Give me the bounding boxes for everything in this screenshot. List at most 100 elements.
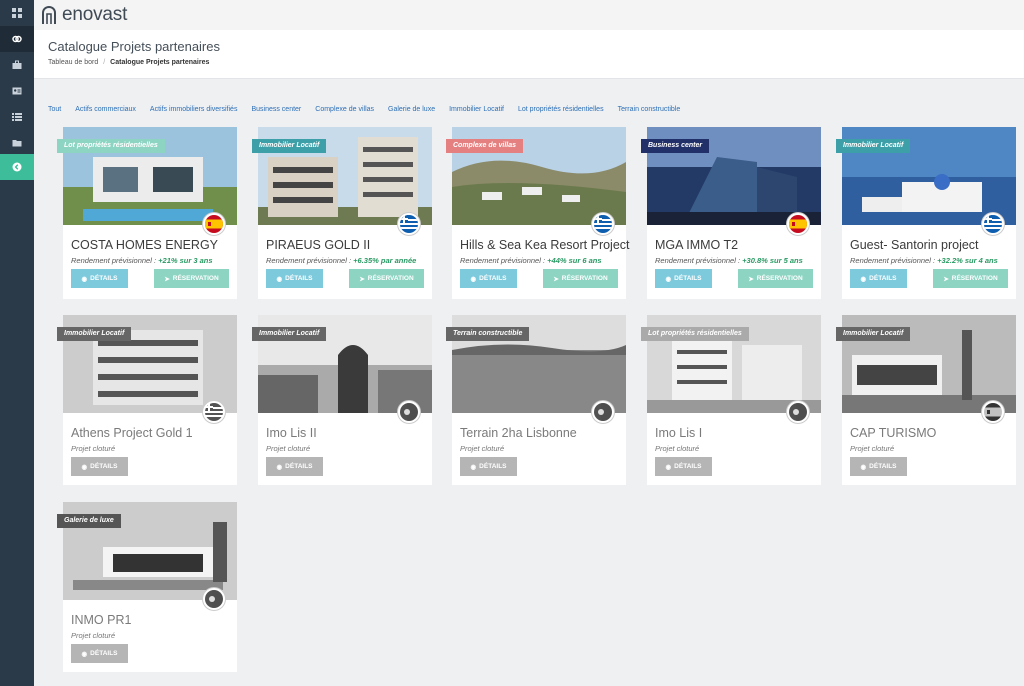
project-card[interactable]: Immobilier Locatif Imo Lis II Projet clo… bbox=[252, 315, 432, 485]
project-card[interactable]: Immobilier Locatif Guest- Santorin proje… bbox=[836, 127, 1016, 299]
details-label: DÉTAILS bbox=[869, 463, 897, 470]
eye-icon: ◉ bbox=[470, 463, 477, 471]
reservation-label: RÉSERVATION bbox=[172, 275, 219, 282]
filter-building-land[interactable]: Terrain constructible bbox=[618, 106, 681, 113]
sidebar-item-list[interactable] bbox=[0, 104, 34, 130]
filter-villa-complex[interactable]: Complexe de villas bbox=[315, 106, 374, 113]
details-button[interactable]: ◉ DÉTAILS bbox=[266, 269, 323, 288]
category-badge-label: Terrain constructible bbox=[453, 330, 523, 337]
details-button[interactable]: ◉ DÉTAILS bbox=[460, 457, 517, 476]
category-badge-label: Immobilier Locatif bbox=[843, 330, 904, 337]
details-button[interactable]: ◉ DÉTAILS bbox=[850, 457, 907, 476]
project-status: Projet cloturé bbox=[655, 444, 700, 453]
yield-value: +21% sur 3 ans bbox=[158, 256, 213, 265]
reservation-button[interactable]: ➤ RÉSERVATION bbox=[933, 269, 1008, 288]
send-icon: ➤ bbox=[553, 275, 559, 283]
sidebar-item-partners[interactable] bbox=[0, 26, 34, 52]
filter-luxury-gallery[interactable]: Galerie de luxe bbox=[388, 106, 435, 113]
category-badge: Galerie de luxe bbox=[57, 514, 121, 528]
filter-residential-lots[interactable]: Lot propriétés résidentielles bbox=[518, 106, 604, 113]
eye-icon: ◉ bbox=[860, 463, 867, 471]
category-filter-bar: Tout Actifs commerciaux Actifs immobilie… bbox=[48, 106, 680, 113]
portugal-flag-icon bbox=[592, 401, 614, 423]
project-card[interactable]: Galerie de luxe INMO PR1 Projet cloturé … bbox=[57, 502, 237, 672]
send-icon: ➤ bbox=[943, 275, 949, 283]
reservation-button[interactable]: ➤ RÉSERVATION bbox=[738, 269, 813, 288]
breadcrumb-current: Catalogue Projets partenaires bbox=[110, 59, 210, 66]
portugal-flag-icon bbox=[787, 401, 809, 423]
project-name[interactable]: CAP TURISMO bbox=[850, 426, 936, 440]
filter-rental-property[interactable]: Immobilier Locatif bbox=[449, 106, 504, 113]
project-name[interactable]: Athens Project Gold 1 bbox=[71, 426, 193, 440]
project-name[interactable]: Imo Lis II bbox=[266, 426, 317, 440]
details-button[interactable]: ◉ DÉTAILS bbox=[850, 269, 907, 288]
filter-diversified-assets[interactable]: Actifs immobiliers diversifiés bbox=[150, 106, 238, 113]
eye-icon: ◉ bbox=[81, 275, 88, 283]
details-button[interactable]: ◉ DÉTAILS bbox=[71, 269, 128, 288]
details-button[interactable]: ◉ DÉTAILS bbox=[460, 269, 517, 288]
project-card[interactable]: Immobilier Locatif CAP TURISMO Projet cl… bbox=[836, 315, 1016, 485]
spain-flag-icon bbox=[787, 213, 809, 235]
reservation-button[interactable]: ➤ RÉSERVATION bbox=[349, 269, 424, 288]
category-badge: Immobilier Locatif bbox=[57, 327, 132, 341]
breadcrumb: Tableau de bord / Catalogue Projets part… bbox=[48, 59, 209, 66]
project-name[interactable]: PIRAEUS GOLD II bbox=[266, 238, 370, 252]
yield-value: +44% sur 6 ans bbox=[547, 256, 602, 265]
eye-icon: ◉ bbox=[470, 275, 477, 283]
folder-icon bbox=[12, 140, 22, 147]
greece-flag-icon bbox=[398, 213, 420, 235]
project-card[interactable]: Immobilier Locatif Athens Project Gold 1… bbox=[57, 315, 237, 485]
project-status: Projet cloturé bbox=[71, 444, 116, 453]
yield-prefix: Rendement prévisionnel : bbox=[71, 256, 159, 265]
project-name[interactable]: Guest- Santorin project bbox=[850, 238, 979, 252]
topbar: enovast bbox=[34, 0, 1024, 30]
project-card[interactable]: Lot propriétés résidentielles Imo Lis I … bbox=[641, 315, 821, 485]
eye-icon: ◉ bbox=[860, 275, 867, 283]
brand-logo[interactable]: enovast bbox=[40, 4, 127, 26]
list-icon bbox=[12, 113, 22, 121]
category-badge: Complexe de villas bbox=[446, 139, 524, 153]
send-icon: ➤ bbox=[359, 275, 365, 283]
details-button[interactable]: ◉ DÉTAILS bbox=[71, 457, 128, 476]
sidebar bbox=[0, 0, 34, 686]
details-button[interactable]: ◉ DÉTAILS bbox=[655, 269, 712, 288]
enovast-logo-icon bbox=[42, 5, 56, 24]
project-card[interactable]: Lot propriétés résidentielles COSTA HOME… bbox=[57, 127, 237, 299]
breadcrumb-separator: / bbox=[103, 59, 106, 66]
category-badge-label: Immobilier Locatif bbox=[259, 330, 320, 337]
project-name[interactable]: MGA IMMO T2 bbox=[655, 238, 738, 252]
sidebar-collapse-button[interactable] bbox=[0, 154, 34, 180]
reservation-button[interactable]: ➤ RÉSERVATION bbox=[154, 269, 229, 288]
project-card[interactable]: Terrain constructible Terrain 2ha Lisbon… bbox=[446, 315, 626, 485]
project-card[interactable]: Immobilier Locatif PIRAEUS GOLD II Rende… bbox=[252, 127, 432, 299]
details-label: DÉTAILS bbox=[90, 463, 118, 470]
breadcrumb-dashboard-link[interactable]: Tableau de bord bbox=[48, 59, 98, 66]
project-card[interactable]: Complexe de villas Hills & Sea Kea Resor… bbox=[446, 127, 630, 299]
filter-business-center[interactable]: Business center bbox=[251, 106, 301, 113]
project-name[interactable]: Imo Lis I bbox=[655, 426, 702, 440]
filter-commercial-assets[interactable]: Actifs commerciaux bbox=[75, 106, 136, 113]
details-label: DÉTAILS bbox=[285, 463, 313, 470]
project-name[interactable]: Hills & Sea Kea Resort Project bbox=[460, 238, 630, 252]
project-yield: Rendement prévisionnel : +21% sur 3 ans bbox=[71, 256, 213, 265]
project-name[interactable]: INMO PR1 bbox=[71, 613, 131, 627]
id-card-icon bbox=[12, 87, 22, 95]
filter-all[interactable]: Tout bbox=[48, 106, 61, 113]
category-badge: Lot propriétés résidentielles bbox=[57, 139, 165, 153]
details-button[interactable]: ◉ DÉTAILS bbox=[655, 457, 712, 476]
project-name[interactable]: COSTA HOMES ENERGY bbox=[71, 238, 218, 252]
sidebar-item-documents[interactable] bbox=[0, 130, 34, 156]
details-button[interactable]: ◉ DÉTAILS bbox=[71, 644, 128, 663]
brand-name: enovast bbox=[62, 4, 128, 25]
greece-flag-icon bbox=[592, 213, 614, 235]
yield-value: +32.2% sur 4 ans bbox=[937, 256, 998, 265]
sidebar-item-profile[interactable] bbox=[0, 78, 34, 104]
reservation-button[interactable]: ➤ RÉSERVATION bbox=[543, 269, 618, 288]
project-card[interactable]: Business center MGA IMMO T2 Rendement pr… bbox=[641, 127, 821, 299]
sidebar-item-portfolio[interactable] bbox=[0, 52, 34, 78]
details-button[interactable]: ◉ DÉTAILS bbox=[266, 457, 323, 476]
details-label: DÉTAILS bbox=[479, 463, 507, 470]
project-name[interactable]: Terrain 2ha Lisbonne bbox=[460, 426, 577, 440]
sidebar-item-dashboard[interactable] bbox=[0, 0, 34, 26]
details-label: DÉTAILS bbox=[869, 275, 897, 282]
